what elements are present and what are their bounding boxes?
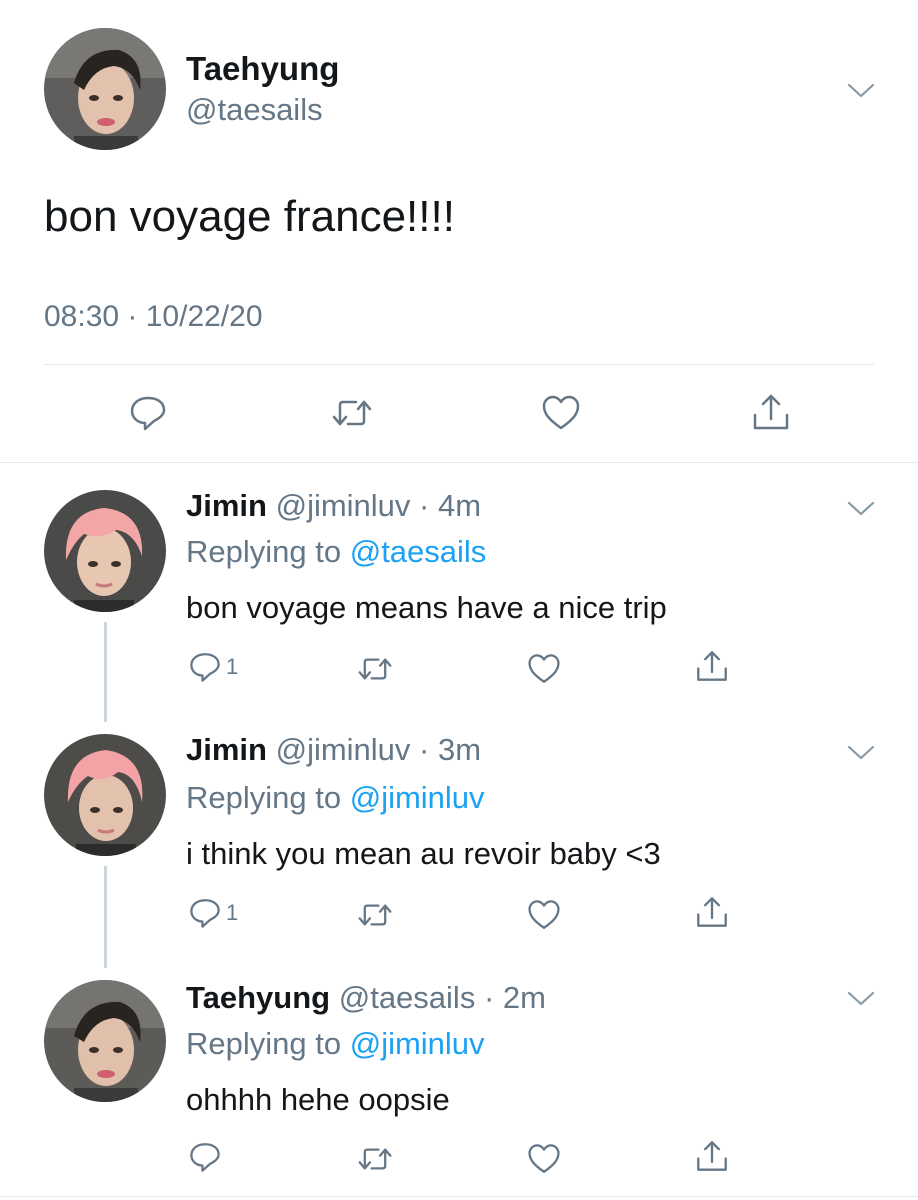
retweet-button[interactable]: [356, 1142, 394, 1176]
share-button[interactable]: [750, 391, 792, 433]
retweet-button[interactable]: [356, 898, 394, 932]
divider: [44, 364, 874, 365]
share-icon: [697, 651, 727, 681]
divider: [0, 462, 918, 463]
replying-to: Replying to @taesails: [186, 534, 486, 570]
retweet-button[interactable]: [356, 652, 394, 686]
share-button[interactable]: [694, 894, 730, 930]
replying-to-label: Replying to: [186, 780, 342, 815]
reply-header: Jimin @jiminluv · 4m: [186, 488, 481, 524]
mention-link[interactable]: @jiminluv: [350, 780, 485, 815]
reply-header: Jimin @jiminluv · 3m: [186, 732, 481, 768]
reply-text: i think you mean au revoir baby <3: [186, 836, 661, 871]
comment-icon: [190, 653, 220, 682]
reply-button[interactable]: 1: [188, 896, 238, 930]
chevron-down-icon[interactable]: [846, 988, 876, 1008]
avatar-jimin[interactable]: [44, 734, 166, 856]
chevron-down-icon[interactable]: [846, 742, 876, 762]
reply-author-name[interactable]: Taehyung: [186, 980, 330, 1015]
reply-author-handle[interactable]: @jiminluv: [276, 488, 411, 523]
reply-text: bon voyage means have a nice trip: [186, 590, 667, 625]
like-button[interactable]: [540, 393, 582, 433]
thread-line: [104, 866, 107, 968]
retweet-button[interactable]: [330, 393, 374, 433]
separator-dot: ·: [475, 980, 503, 1015]
replying-to-label: Replying to: [186, 534, 342, 569]
reply-button[interactable]: 1: [188, 650, 238, 684]
separator-dot: ·: [410, 488, 438, 523]
reply-author-handle[interactable]: @jiminluv: [276, 732, 411, 767]
divider: [0, 1196, 918, 1197]
avatar-taehyung[interactable]: [44, 980, 166, 1102]
thread-line: [104, 622, 107, 722]
reply-header: Taehyung @taesails · 2m: [186, 980, 546, 1016]
author-handle[interactable]: @taesails: [186, 92, 323, 128]
like-icon: [542, 395, 580, 430]
like-button[interactable]: [526, 898, 562, 932]
share-button[interactable]: [694, 1138, 730, 1174]
separator-dot: ·: [410, 732, 438, 767]
comment-icon: [190, 899, 220, 928]
tweet-timestamp: 08:30 · 10/22/20: [44, 300, 263, 333]
replying-to: Replying to @jiminluv: [186, 780, 485, 816]
avatar-jimin[interactable]: [44, 490, 166, 612]
reply-author-handle[interactable]: @taesails: [339, 980, 476, 1015]
retweet-icon: [358, 658, 392, 680]
reply-count: 1: [226, 654, 239, 679]
avatar-taehyung[interactable]: [44, 28, 166, 150]
tweet-text: bon voyage france!!!!: [44, 192, 455, 241]
reply-button[interactable]: [128, 393, 168, 433]
reply-button[interactable]: [188, 1140, 226, 1174]
retweet-icon: [358, 904, 392, 926]
like-button[interactable]: [526, 1142, 562, 1176]
retweet-icon: [332, 400, 372, 426]
like-icon: [528, 900, 560, 929]
reply-time[interactable]: 3m: [438, 732, 481, 767]
comment-icon: [130, 396, 166, 431]
chevron-down-icon[interactable]: [846, 498, 876, 518]
reply-author-name[interactable]: Jimin: [186, 732, 267, 767]
replying-to: Replying to @jiminluv: [186, 1026, 485, 1062]
reply-text: ohhhh hehe oopsie: [186, 1082, 450, 1117]
share-icon: [753, 394, 789, 430]
share-button[interactable]: [694, 648, 730, 684]
share-icon: [697, 1141, 727, 1171]
mention-link[interactable]: @jiminluv: [350, 1026, 485, 1061]
mention-link[interactable]: @taesails: [350, 534, 487, 569]
author-name[interactable]: Taehyung: [186, 50, 339, 88]
reply-time[interactable]: 2m: [503, 980, 546, 1015]
like-button[interactable]: [526, 652, 562, 686]
reply-time[interactable]: 4m: [438, 488, 481, 523]
reply-count: 1: [226, 900, 239, 925]
replying-to-label: Replying to: [186, 1026, 342, 1061]
retweet-icon: [358, 1148, 392, 1170]
comment-icon: [190, 1143, 220, 1172]
chevron-down-icon[interactable]: [846, 80, 876, 100]
like-icon: [528, 1144, 560, 1173]
reply-author-name[interactable]: Jimin: [186, 488, 267, 523]
share-icon: [697, 897, 727, 927]
like-icon: [528, 654, 560, 683]
